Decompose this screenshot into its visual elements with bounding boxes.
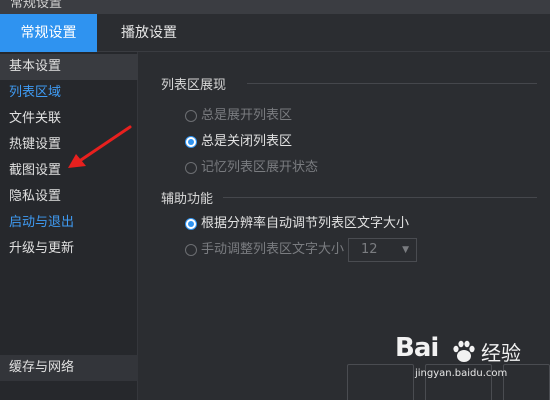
chevron-down-icon: ▼ <box>402 245 409 255</box>
radio-button-checked-icon <box>185 136 197 148</box>
radio-button-icon <box>185 110 197 122</box>
tab-general-settings[interactable]: 常规设置 <box>0 14 97 52</box>
font-size-value: 12 <box>361 242 378 257</box>
radio-label: 根据分辨率自动调节列表区文字大小 <box>201 216 410 231</box>
tab-bar: 常规设置 播放设置 <box>0 14 550 52</box>
watermark-logo: Bai <box>395 333 439 363</box>
window-title: 常规设置 <box>10 0 63 11</box>
radio-label: 记忆列表区展开状态 <box>201 160 319 175</box>
radio-button-icon <box>185 244 197 256</box>
sidebar-item-list-area[interactable]: 列表区域 <box>0 80 138 106</box>
sidebar-item-basic[interactable]: 基本设置 <box>0 54 138 80</box>
sidebar-item-startup-exit[interactable]: 启动与退出 <box>0 210 138 236</box>
sidebar-item-cache-network[interactable]: 缓存与网络 <box>0 355 138 381</box>
radio-label: 手动调整列表区文字大小 <box>201 242 345 257</box>
radio-button-icon <box>185 162 197 174</box>
annotation-arrow-icon <box>68 125 132 168</box>
section-heading-assist: 辅助功能 <box>161 192 214 207</box>
radio-label: 总是展开列表区 <box>201 108 293 123</box>
sidebar-item-upgrade[interactable]: 升级与更新 <box>0 236 138 262</box>
window-titlebar: 常规设置 <box>0 0 550 14</box>
font-size-select[interactable]: 12 ▼ <box>348 238 417 262</box>
radio-button-checked-icon <box>185 218 197 230</box>
watermark-url: jingyan.baidu.com <box>415 368 508 379</box>
settings-sidebar: 基本设置 列表区域 文件关联 热键设置 截图设置 隐私设置 启动与退出 升级与更… <box>0 52 138 400</box>
section-divider <box>223 197 537 198</box>
radio-label: 总是关闭列表区 <box>201 134 293 149</box>
sidebar-item-privacy[interactable]: 隐私设置 <box>0 184 138 210</box>
baidu-paw-icon <box>453 340 475 362</box>
section-heading-list-display: 列表区展现 <box>161 78 227 93</box>
section-divider <box>247 83 537 84</box>
baidu-jingyan-watermark: Bai 经验 jingyan.baidu.com <box>395 333 540 385</box>
watermark-brand: 经验 <box>481 341 521 365</box>
tab-playback-settings[interactable]: 播放设置 <box>97 14 201 52</box>
